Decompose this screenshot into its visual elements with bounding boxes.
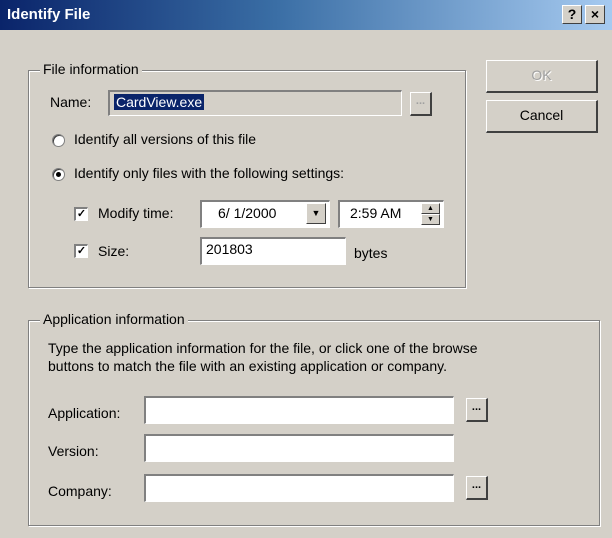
file-information-group-label: File information xyxy=(40,61,142,77)
cancel-button[interactable]: Cancel xyxy=(486,100,598,133)
modify-time-label[interactable]: Modify time: xyxy=(98,205,173,221)
time-value: 2:59 AM xyxy=(350,205,402,221)
application-field[interactable] xyxy=(144,396,454,424)
size-field[interactable]: 201803 xyxy=(200,237,346,265)
date-dropdown-button[interactable]: ▼ xyxy=(306,203,326,224)
identify-file-dialog: Identify File ? × OK Cancel File informa… xyxy=(0,0,612,538)
app-info-description-line2: buttons to match the file with an existi… xyxy=(48,358,447,374)
bytes-label: bytes xyxy=(354,245,388,261)
time-spin-up-button[interactable]: ▲ xyxy=(421,203,440,214)
version-field[interactable] xyxy=(144,434,454,462)
title-bar: Identify File ? × xyxy=(0,0,612,30)
radio-identify-only-label[interactable]: Identify only files with the following s… xyxy=(74,165,344,181)
radio-identify-all[interactable] xyxy=(52,134,65,147)
application-label: Application: xyxy=(48,405,121,421)
application-information-group-label: Application information xyxy=(40,311,188,327)
name-field[interactable]: CardView.exe xyxy=(108,90,402,116)
close-button[interactable]: × xyxy=(585,5,605,24)
company-label: Company: xyxy=(48,483,112,499)
ok-button[interactable]: OK xyxy=(486,60,598,93)
radio-selected-dot xyxy=(56,172,61,177)
version-label: Version: xyxy=(48,443,99,459)
company-browse-button[interactable]: ... xyxy=(466,476,488,500)
app-info-description-line1: Type the application information for the… xyxy=(48,340,478,356)
size-checkbox[interactable]: ✓ xyxy=(74,244,88,258)
radio-identify-all-label[interactable]: Identify all versions of this file xyxy=(74,131,256,147)
help-button[interactable]: ? xyxy=(562,5,582,24)
window-title: Identify File xyxy=(7,6,91,23)
name-value: CardView.exe xyxy=(114,94,205,110)
time-spin-down-button[interactable]: ▼ xyxy=(421,214,440,225)
radio-identify-only[interactable] xyxy=(52,168,65,181)
date-value: 6/ 1/2000 xyxy=(218,205,277,221)
name-browse-button[interactable]: ... xyxy=(410,92,432,116)
size-label[interactable]: Size: xyxy=(98,243,129,259)
name-label: Name: xyxy=(50,94,92,110)
modify-time-checkbox[interactable]: ✓ xyxy=(74,207,88,221)
application-browse-button[interactable]: ... xyxy=(466,398,488,422)
company-field[interactable] xyxy=(144,474,454,502)
